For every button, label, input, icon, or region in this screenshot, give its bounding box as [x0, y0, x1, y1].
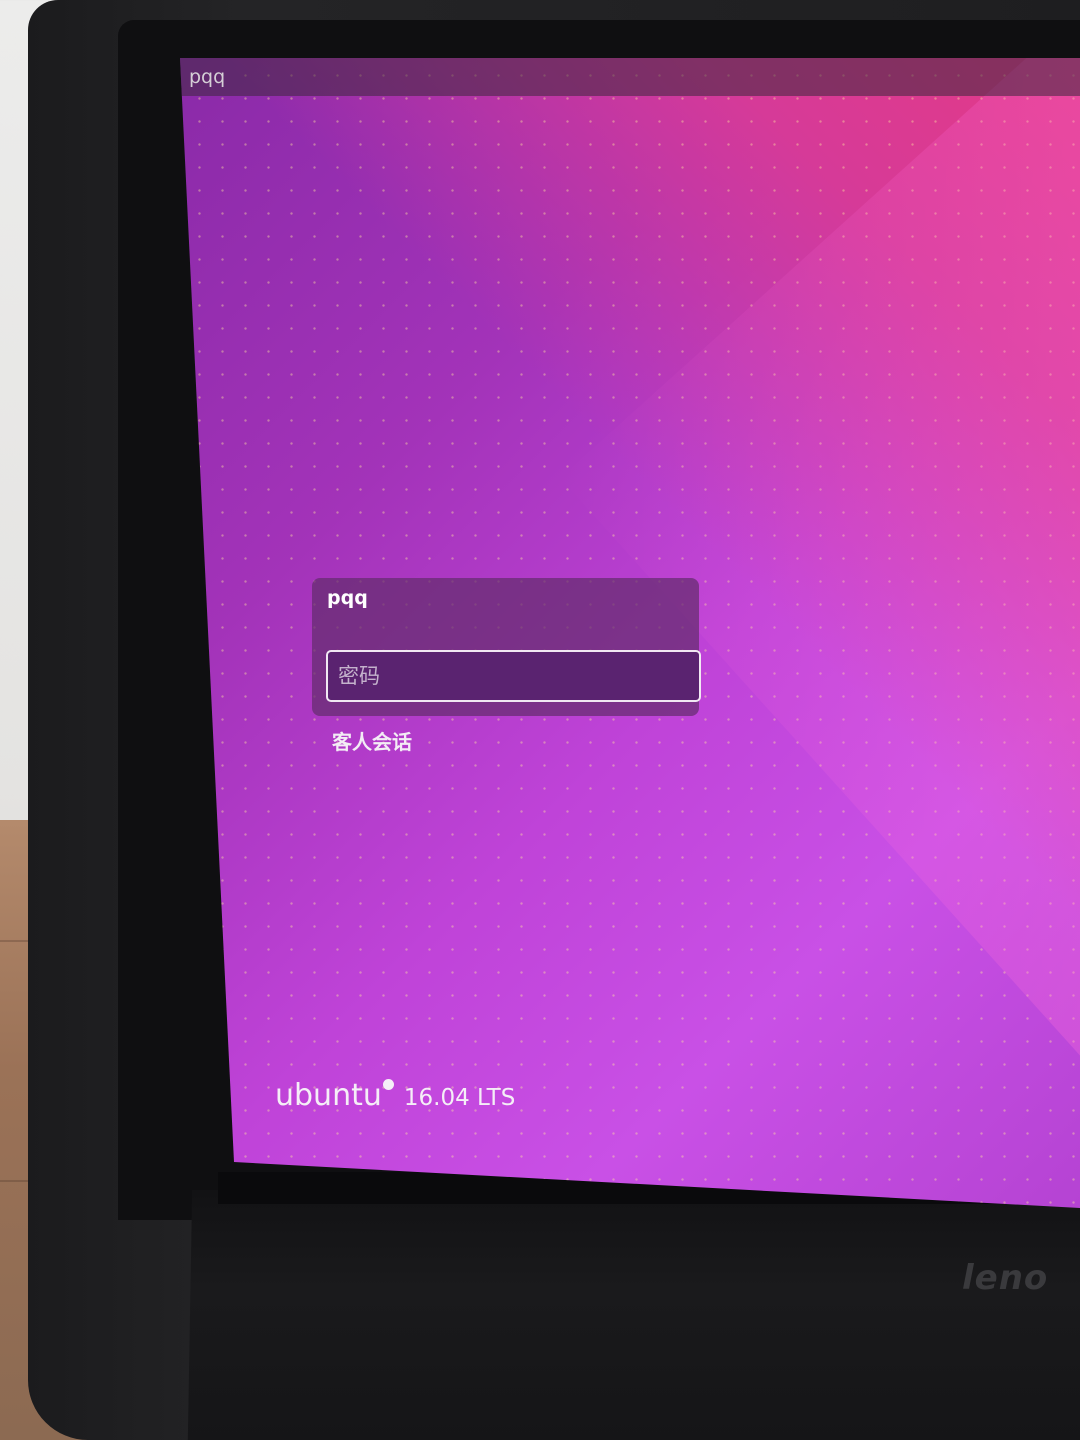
monitor-brand-logo: leno [962, 1258, 1049, 1298]
username-label[interactable]: pqq [327, 587, 368, 609]
guest-session-link[interactable]: 客人会话 [332, 726, 412, 755]
hostname-label: pqq [189, 66, 226, 88]
monitor-chin [187, 1190, 1080, 1440]
login-screen: pqq pqq 客人会话 ubuntu 16.04 LTS [180, 58, 1080, 1208]
ubuntu-wordmark-text: ubuntu [275, 1078, 382, 1113]
password-field[interactable] [326, 650, 701, 702]
ubuntu-wordmark: ubuntu [275, 1078, 394, 1113]
circle-of-friends-icon [382, 1079, 394, 1090]
login-box: pqq [312, 578, 701, 716]
distro-branding: ubuntu 16.04 LTS [275, 1078, 515, 1113]
top-panel: pqq [180, 58, 1080, 96]
version-label: 16.04 LTS [403, 1085, 516, 1111]
